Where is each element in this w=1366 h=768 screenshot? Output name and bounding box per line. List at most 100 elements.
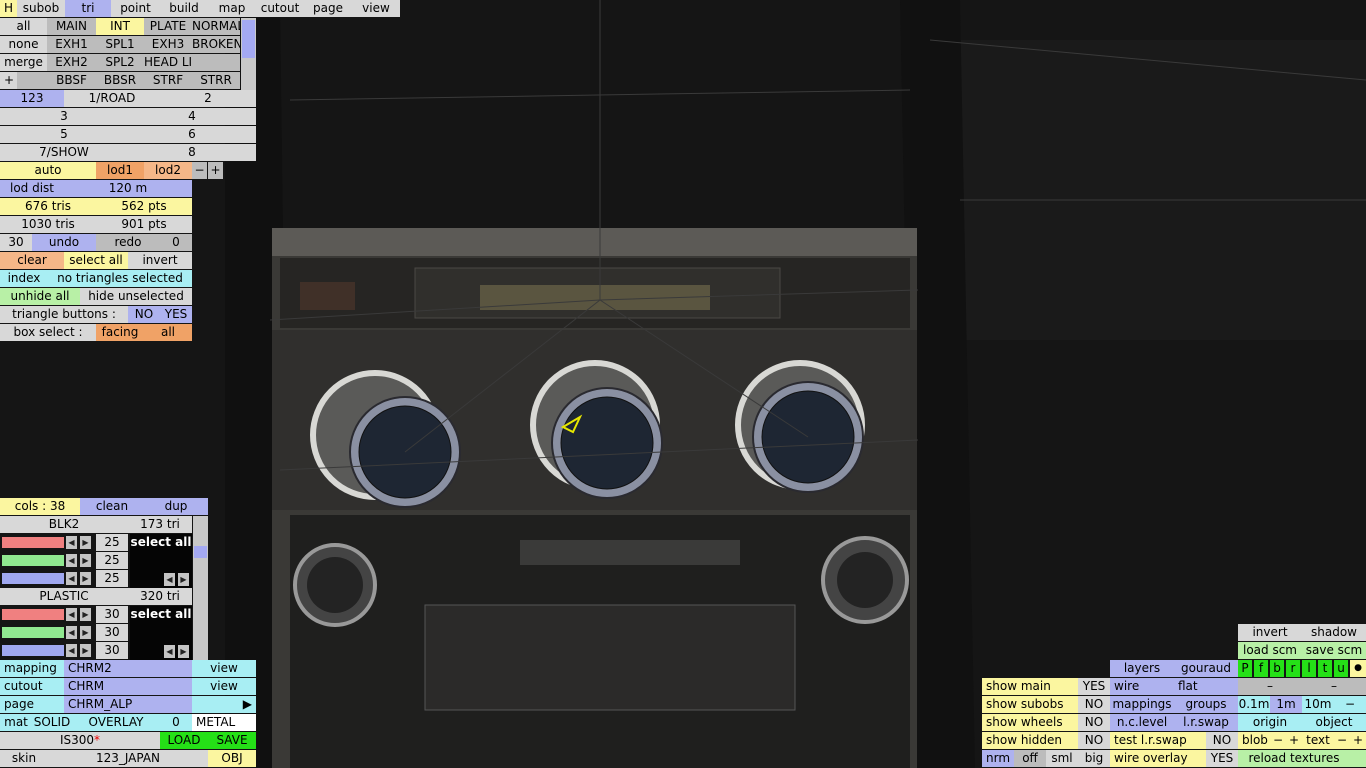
material-name[interactable]: PLASTIC (0, 588, 128, 605)
load-button[interactable]: LOAD (160, 732, 208, 749)
right-arrow-icon[interactable]: ▶ (80, 536, 91, 549)
test-lr-swap-label[interactable]: test l.r.swap (1110, 732, 1206, 749)
group-7-show[interactable]: 7/SHOW (0, 144, 128, 161)
unhide-all-button[interactable]: unhide all (0, 288, 80, 305)
group-5[interactable]: 5 (0, 126, 128, 143)
left-arrow-icon[interactable]: ◀ (66, 572, 77, 585)
group-8[interactable]: 8 (128, 144, 256, 161)
gouraud-button[interactable]: gouraud (1174, 660, 1238, 677)
lr-swap-button[interactable]: l.r.swap (1174, 714, 1238, 731)
groups-button[interactable]: groups (1174, 696, 1238, 713)
reload-extra[interactable] (1350, 750, 1366, 767)
show-wheels-toggle[interactable]: NO (1078, 714, 1110, 731)
show-hidden-toggle[interactable]: NO (1078, 732, 1110, 749)
lod1-button[interactable]: lod1 (96, 162, 144, 179)
materials-scrollbar[interactable] (193, 516, 208, 660)
invert-button[interactable]: invert (1238, 624, 1302, 641)
reload-textures-button[interactable]: reload textures (1238, 750, 1350, 767)
subob-bbsr[interactable]: BBSR (96, 72, 144, 89)
redo-button[interactable]: redo (96, 234, 160, 251)
tab-map[interactable]: map (208, 0, 256, 17)
right-arrow-icon[interactable]: ▶ (80, 644, 91, 657)
nrm-button[interactable]: nrm (982, 750, 1014, 767)
swatch-select-all[interactable]: select all (131, 607, 192, 621)
load-scm-button[interactable]: load scm (1238, 642, 1302, 659)
dash-button[interactable]: – (1238, 678, 1302, 695)
red-slider[interactable] (2, 537, 64, 548)
view-f-button[interactable]: f (1254, 660, 1268, 677)
wire-overlay-toggle[interactable]: YES (1206, 750, 1238, 767)
save-scm-button[interactable]: save scm (1302, 642, 1366, 659)
index-button[interactable]: index (0, 270, 48, 287)
subob-plate[interactable]: PLATE (144, 18, 192, 35)
left-arrow-icon[interactable]: ◀ (66, 536, 77, 549)
subob-normal[interactable]: NORMAL (192, 18, 240, 35)
cutout-value[interactable]: CHRM (64, 678, 192, 695)
left-arrow-icon[interactable]: ◀ (164, 573, 175, 586)
red-slider[interactable] (2, 609, 64, 620)
invert-selection-button[interactable]: invert (128, 252, 192, 269)
nc-level-button[interactable]: n.c.level (1110, 714, 1174, 731)
subob-exh1[interactable]: EXH1 (47, 36, 96, 53)
subob-bbsf[interactable]: BBSF (47, 72, 96, 89)
group-4[interactable]: 4 (128, 108, 256, 125)
lod-plus-button[interactable]: + (208, 162, 223, 179)
view-p-button[interactable]: P (1238, 660, 1252, 677)
metal-button[interactable]: METAL (192, 714, 256, 731)
clear-button[interactable]: clear (0, 252, 64, 269)
green-slider[interactable] (2, 627, 64, 638)
group-6[interactable]: 6 (128, 126, 256, 143)
subob-scrollbar-thumb[interactable] (242, 20, 255, 58)
mapping-view-button[interactable]: view (192, 660, 256, 677)
blue-slider[interactable] (2, 573, 64, 584)
tab-page[interactable]: page (304, 0, 352, 17)
big-button[interactable]: big (1078, 750, 1110, 767)
show-subobs-label[interactable]: show subobs (982, 696, 1078, 713)
view-t-button[interactable]: t (1318, 660, 1332, 677)
clean-button[interactable]: clean (80, 498, 144, 515)
lod-auto-button[interactable]: auto (0, 162, 96, 179)
subob-spl1[interactable]: SPL1 (96, 36, 144, 53)
tab-point[interactable]: point (111, 0, 160, 17)
layers-button[interactable]: layers (1110, 660, 1174, 677)
triangle-buttons-yes[interactable]: YES (160, 306, 192, 323)
mappings-button[interactable]: mappings (1110, 696, 1174, 713)
overlay-button[interactable]: OVERLAY (72, 714, 160, 731)
select-all-button[interactable]: select all (64, 252, 128, 269)
subob-int[interactable]: INT (96, 18, 144, 35)
left-arrow-icon[interactable]: ◀ (66, 644, 77, 657)
right-arrow-icon[interactable]: ▶ (178, 573, 189, 586)
test-lr-swap-toggle[interactable]: NO (1206, 732, 1238, 749)
subob-spl2[interactable]: SPL2 (96, 54, 144, 71)
page-value[interactable]: CHRM_ALP (64, 696, 192, 713)
group-2[interactable]: 2 (160, 90, 256, 107)
dist-1m-button[interactable]: 1m (1270, 696, 1302, 713)
shadow-button[interactable]: shadow (1302, 624, 1366, 641)
dist-minus-button[interactable]: − (1334, 696, 1366, 713)
subob-strr[interactable]: STRR (192, 72, 240, 89)
cutout-view-button[interactable]: view (192, 678, 256, 695)
text-minus-button[interactable]: − (1334, 732, 1350, 749)
blob-plus-button[interactable]: + (1286, 732, 1302, 749)
wire-overlay-label[interactable]: wire overlay (1110, 750, 1206, 767)
show-main-toggle[interactable]: YES (1078, 678, 1110, 695)
subob-exh2[interactable]: EXH2 (47, 54, 96, 71)
view-l-button[interactable]: l (1302, 660, 1316, 677)
hide-unselected-button[interactable]: hide unselected (80, 288, 192, 305)
tab-view[interactable]: view (352, 0, 400, 17)
subob-merge[interactable]: merge (0, 54, 47, 71)
subob-all[interactable]: all (0, 18, 47, 35)
triangle-buttons-no[interactable]: NO (128, 306, 160, 323)
lod2-button[interactable]: lod2 (144, 162, 192, 179)
show-hidden-label[interactable]: show hidden (982, 732, 1078, 749)
tab-build[interactable]: build (160, 0, 208, 17)
h-button[interactable]: H (0, 0, 17, 17)
mapping-value[interactable]: CHRM2 (64, 660, 192, 677)
materials-scrollbar-thumb[interactable] (194, 546, 207, 558)
page-play-icon[interactable]: ▶ (192, 696, 256, 713)
box-select-all[interactable]: all (144, 324, 192, 341)
dup-button[interactable]: dup (144, 498, 208, 515)
right-arrow-icon[interactable]: ▶ (80, 608, 91, 621)
view-r-button[interactable]: r (1286, 660, 1300, 677)
show-wheels-label[interactable]: show wheels (982, 714, 1078, 731)
